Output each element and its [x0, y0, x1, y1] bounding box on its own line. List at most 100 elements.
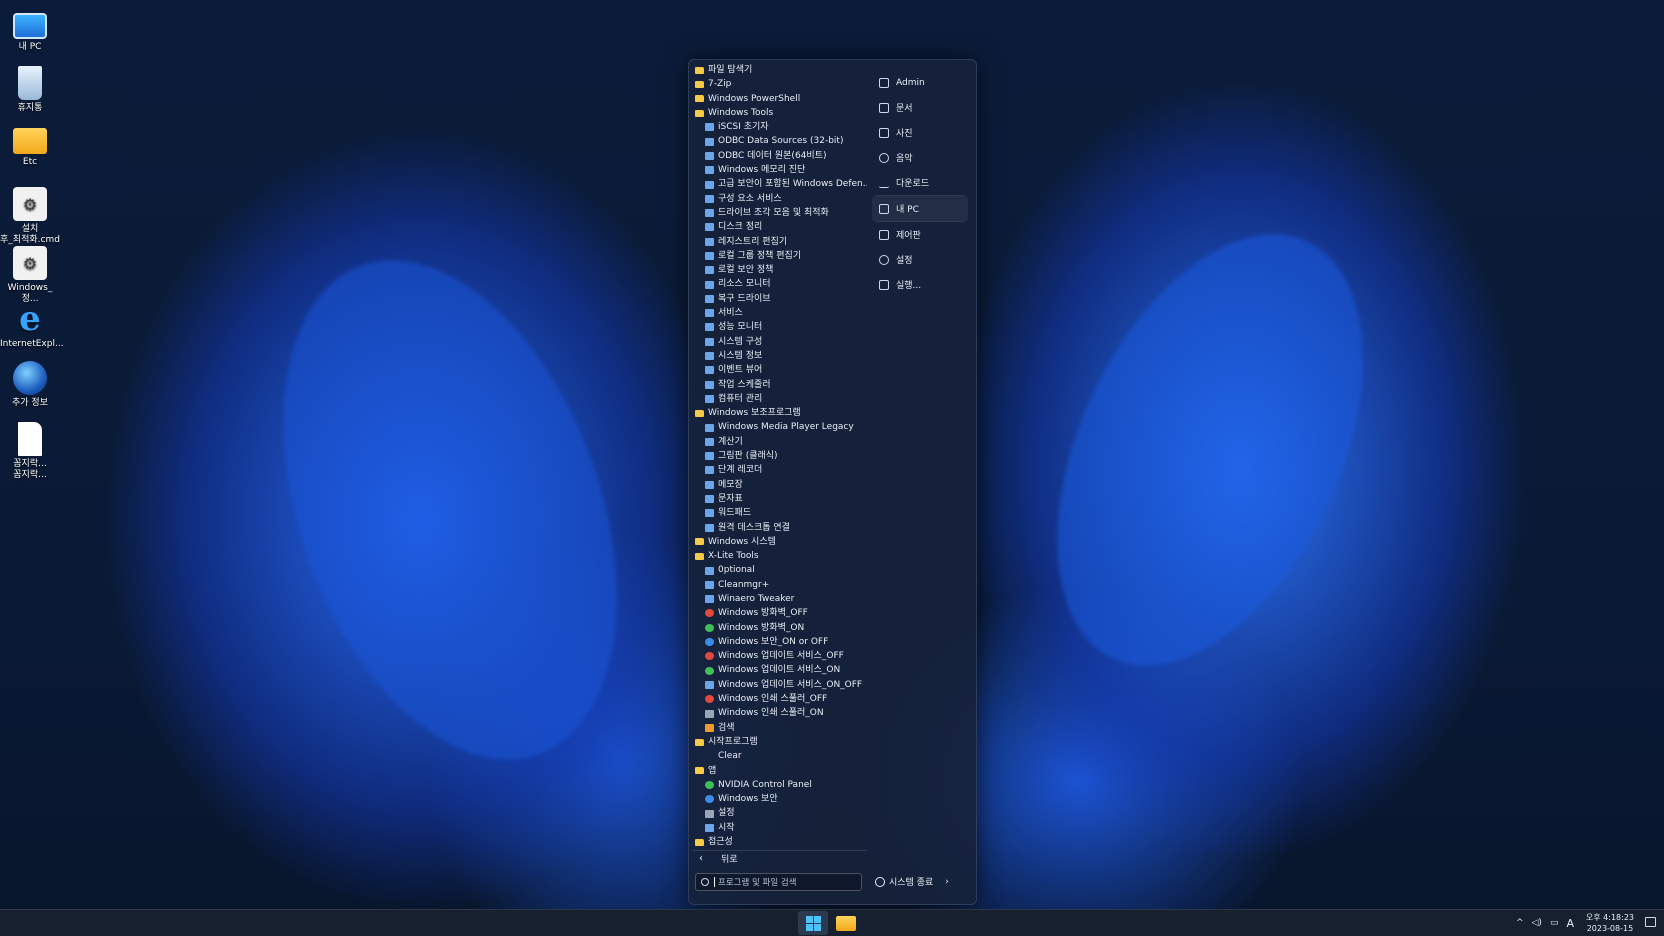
program-item[interactable]: 메모장 — [693, 478, 867, 492]
program-item[interactable]: 로컬 보안 정책 — [693, 263, 867, 277]
shutdown-button[interactable]: 시스템 종료 › — [875, 875, 949, 888]
program-item[interactable]: Windows 업데이트 서비스_ON — [693, 663, 867, 677]
program-item[interactable]: Cleanmgr+ — [693, 578, 867, 592]
program-item[interactable]: 복구 드라이브 — [693, 292, 867, 306]
desktop-icon-internet-explorer[interactable]: e InternetExpl... — [0, 298, 64, 350]
app-icon — [705, 366, 714, 375]
program-item[interactable]: Windows 방화벽_ON — [693, 621, 867, 635]
right-item-run[interactable]: 실행... — [872, 272, 968, 297]
app-icon — [705, 823, 714, 832]
folder-item[interactable]: Windows PowerShell — [693, 92, 867, 106]
program-item[interactable]: Windows 업데이트 서비스_OFF — [693, 649, 867, 663]
program-item[interactable]: 리소스 모니터 — [693, 277, 867, 291]
program-item[interactable]: Windows 업데이트 서비스_ON_OFF — [693, 678, 867, 692]
right-item-label: 문서 — [896, 104, 913, 114]
program-item[interactable]: Windows Media Player Legacy — [693, 420, 867, 434]
desktop-icon-setup-cmd[interactable]: ⚙ 설치 후_최적화.cmd — [0, 183, 60, 246]
folder-item[interactable]: 시작프로그램 — [693, 735, 867, 749]
program-item[interactable]: 구성 요소 서비스 — [693, 192, 867, 206]
folder-item[interactable]: Windows 보조프로그램 — [693, 406, 867, 420]
right-item-admin[interactable]: Admin — [872, 70, 968, 95]
chevron-up-icon[interactable]: ^ — [1516, 918, 1524, 928]
internet-explorer-icon: e — [19, 298, 41, 339]
program-item[interactable]: 그림판 (클래식) — [693, 449, 867, 463]
item-label: 파일 탐색기 — [708, 65, 753, 75]
volume-icon[interactable]: ◁) — [1532, 918, 1542, 928]
notification-icon[interactable] — [1645, 917, 1656, 927]
program-item[interactable]: Windows 인쇄 스풀러_OFF — [693, 692, 867, 706]
program-item[interactable]: 문자표 — [693, 492, 867, 506]
program-item[interactable]: iSCSI 초기자 — [693, 120, 867, 134]
program-item[interactable]: 검색 — [693, 721, 867, 735]
clock[interactable]: 오후 4:18:23 2023-08-15 — [1586, 912, 1634, 934]
start-menu: 파일 탐색기 7-Zip Windows PowerShell Windows Too… — [688, 59, 977, 905]
file-explorer-button[interactable] — [834, 913, 858, 933]
desktop-icon-my-pc[interactable]: 내 PC — [0, 4, 60, 53]
desktop-icon-extra-info[interactable]: 추가 정보 — [0, 357, 60, 409]
desktop-icon-file[interactable]: 꼼지락... 꼼지락... — [0, 418, 60, 481]
program-item[interactable]: 로컬 그룹 정책 편집기 — [693, 249, 867, 263]
right-item-my-pc[interactable]: 내 PC — [872, 196, 968, 221]
program-item[interactable]: 계산기 — [693, 435, 867, 449]
folder-item[interactable]: 파일 탐색기 — [693, 63, 867, 77]
desktop-icon-windows-cmd[interactable]: ⚙ Windows_정... — [0, 242, 60, 305]
program-item[interactable]: 워드패드 — [693, 506, 867, 520]
program-item[interactable]: Windows 메모리 진단 — [693, 163, 867, 177]
program-item[interactable]: 0ptional — [693, 563, 867, 577]
folder-item[interactable]: X-Lite Tools — [693, 549, 867, 563]
folder-item[interactable]: 7-Zip — [693, 77, 867, 91]
folder-item[interactable]: 앱 — [693, 764, 867, 778]
right-item-downloads[interactable]: 다운로드 — [872, 170, 968, 195]
clock-date: 2023-08-15 — [1586, 924, 1634, 933]
right-item-control-panel[interactable]: 제어판 — [872, 222, 968, 247]
program-item[interactable]: ODBC Data Sources (32-bit) — [693, 134, 867, 148]
search-box[interactable]: 프로그램 및 파일 검색 — [695, 873, 862, 891]
program-item[interactable]: Windows 보안 — [693, 792, 867, 806]
program-item[interactable]: 드라이브 조각 모음 및 최적화 — [693, 206, 867, 220]
right-item-pictures[interactable]: 사진 — [872, 120, 968, 145]
computer-icon — [879, 203, 889, 214]
item-label: Cleanmgr+ — [718, 579, 770, 590]
program-item[interactable]: NVIDIA Control Panel — [693, 778, 867, 792]
network-icon[interactable]: ▭ — [1550, 918, 1559, 928]
folder-item[interactable]: Windows Tools — [693, 106, 867, 120]
program-item[interactable]: Windows 방화벽_OFF — [693, 606, 867, 620]
program-item[interactable]: Windows 인쇄 스풀러_ON — [693, 706, 867, 720]
program-item[interactable]: 시스템 구성 — [693, 335, 867, 349]
app-icon — [705, 151, 714, 160]
item-label: 접근성 — [708, 837, 733, 848]
program-item[interactable]: 서비스 — [693, 306, 867, 320]
program-item[interactable]: 설정 — [693, 806, 867, 820]
program-item[interactable]: 컴퓨터 관리 — [693, 392, 867, 406]
item-label: 계산기 — [718, 436, 743, 447]
program-item[interactable]: 시작 — [693, 821, 867, 835]
program-item[interactable]: ODBC 데이터 원본(64비트) — [693, 149, 867, 163]
ime-indicator[interactable]: A — [1566, 917, 1574, 930]
program-item[interactable]: 성능 모니터 — [693, 320, 867, 334]
program-item[interactable]: Clear — [693, 749, 867, 763]
right-item-music[interactable]: 음악 — [872, 145, 968, 170]
back-button[interactable]: ‹ 뒤로 — [699, 852, 738, 865]
program-item[interactable]: Winaero Tweaker — [693, 592, 867, 606]
program-item[interactable]: 이벤트 뷰어 — [693, 363, 867, 377]
desktop-icon-recycle-bin[interactable]: 휴지통 — [0, 62, 60, 114]
program-item[interactable]: 원격 데스크톱 연결 — [693, 521, 867, 535]
program-item[interactable]: 디스크 정리 — [693, 220, 867, 234]
program-item[interactable]: 작업 스케줄러 — [693, 378, 867, 392]
app-icon — [705, 180, 714, 189]
folder-item[interactable]: 접근성 — [693, 835, 867, 849]
item-label: Windows 보안 — [718, 794, 778, 805]
desktop-icon-etc[interactable]: Etc — [0, 120, 60, 168]
folder-item[interactable]: Windows 시스템 — [693, 535, 867, 549]
program-item[interactable]: 단계 레코더 — [693, 463, 867, 477]
right-item-documents[interactable]: 문서 — [872, 95, 968, 120]
right-item-settings[interactable]: 설정 — [872, 247, 968, 272]
app-icon — [705, 523, 714, 532]
item-label: 7-Zip — [708, 79, 732, 90]
program-item[interactable]: 시스템 정보 — [693, 349, 867, 363]
program-item[interactable]: 고급 보안이 포함된 Windows Defen... — [693, 177, 867, 191]
chevron-right-icon[interactable]: › — [945, 877, 949, 887]
program-item[interactable]: Windows 보안_ON or OFF — [693, 635, 867, 649]
start-button[interactable] — [798, 911, 828, 935]
program-item[interactable]: 레지스트리 편집기 — [693, 235, 867, 249]
